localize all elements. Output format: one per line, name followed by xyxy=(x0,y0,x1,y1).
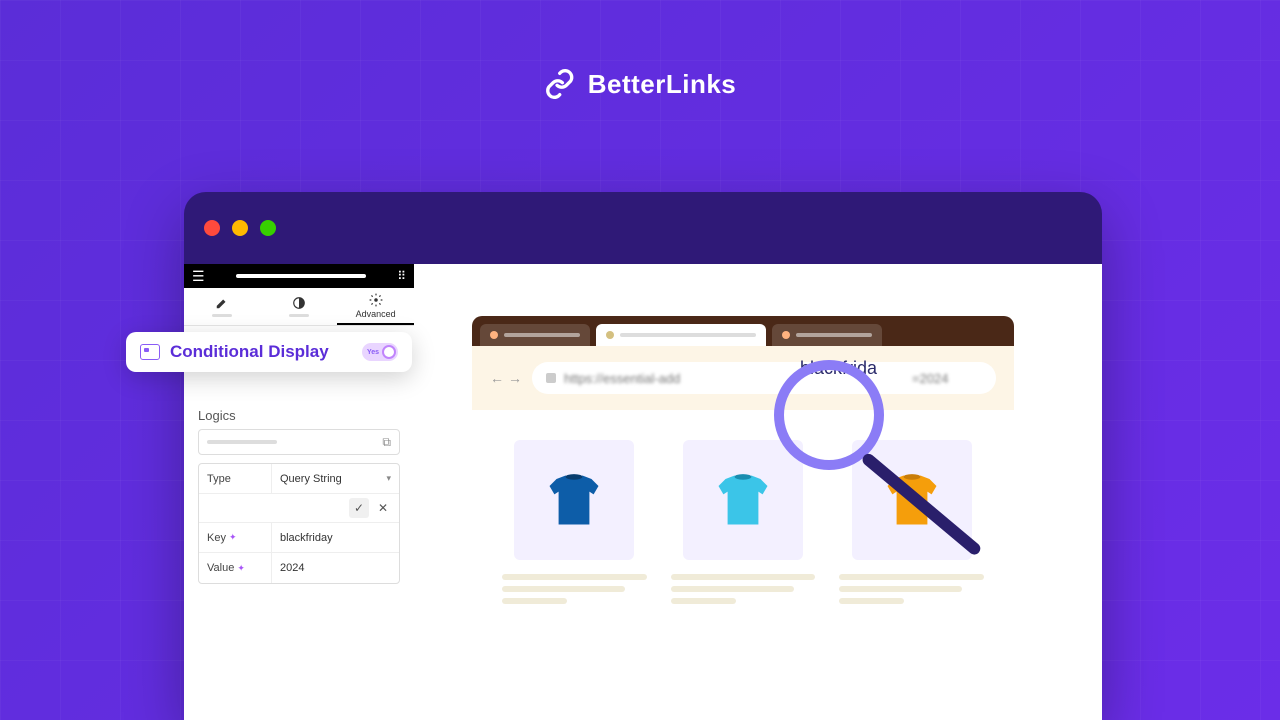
logics-header-bar[interactable]: ⧉ xyxy=(198,429,400,455)
product-image xyxy=(514,440,634,560)
tab-content[interactable] xyxy=(184,288,261,325)
tshirt-icon xyxy=(539,465,609,535)
type-value: Query String xyxy=(280,473,342,485)
product-card[interactable] xyxy=(671,440,816,604)
product-card[interactable] xyxy=(502,440,647,604)
grid-icon[interactable]: ⠿ xyxy=(397,269,406,283)
copy-icon[interactable]: ⧉ xyxy=(382,435,391,450)
sparkle-icon: ✦ xyxy=(229,532,237,543)
browser-tab-active[interactable] xyxy=(596,324,766,346)
forward-icon[interactable]: → xyxy=(508,370,522,386)
logic-actions: ✓ ✕ xyxy=(199,494,399,523)
nav-arrows: ← → xyxy=(490,370,522,386)
brand-name: BetterLinks xyxy=(588,69,737,100)
logics-heading: Logics xyxy=(198,408,400,423)
logic-row-value: Value✦ 2024 xyxy=(199,553,399,583)
topbar-title-placeholder xyxy=(236,274,366,278)
product-card[interactable] xyxy=(839,440,984,604)
tab-advanced-label: Advanced xyxy=(356,309,396,319)
conditional-toggle[interactable]: Yes xyxy=(362,343,398,361)
app-window: ☰ ⠿ Advanced Conditional Display Yes xyxy=(184,192,1102,720)
logic-row-key: Key✦ blackfriday xyxy=(199,523,399,553)
gear-icon xyxy=(369,293,383,307)
logics-name-placeholder xyxy=(207,440,277,444)
toggle-knob xyxy=(382,345,396,359)
site-icon xyxy=(546,373,556,383)
logic-row-type: Type Query String ▾ xyxy=(199,464,399,494)
cancel-button[interactable]: ✕ xyxy=(373,498,393,518)
conditional-display-card: Conditional Display Yes xyxy=(126,332,412,372)
value-label: Value✦ xyxy=(199,553,271,583)
browser-tab-inactive[interactable] xyxy=(480,324,590,346)
logic-table: Type Query String ▾ ✓ ✕ Key✦ blackfriday xyxy=(198,463,400,584)
url-text-focus: blackfrida xyxy=(800,358,877,379)
editor-topbar: ☰ ⠿ xyxy=(184,264,414,288)
maximize-dot[interactable] xyxy=(260,220,276,236)
tab-style[interactable] xyxy=(261,288,338,325)
close-dot[interactable] xyxy=(204,220,220,236)
hamburger-icon[interactable]: ☰ xyxy=(192,268,205,285)
editor-tabs: Advanced xyxy=(184,288,414,326)
value-input[interactable]: 2024 xyxy=(271,553,399,583)
url-text-after: =2024 xyxy=(912,371,949,386)
product-image xyxy=(683,440,803,560)
key-label: Key✦ xyxy=(199,523,271,552)
key-input[interactable]: blackfriday xyxy=(271,523,399,552)
pencil-icon xyxy=(215,296,229,310)
tshirt-icon xyxy=(708,465,778,535)
conditional-title: Conditional Display xyxy=(170,342,352,362)
url-text-blur: https://essential-add xyxy=(564,371,680,386)
type-select[interactable]: Query String ▾ xyxy=(271,464,399,493)
sparkle-icon: ✦ xyxy=(237,563,245,574)
brand-logo: BetterLinks xyxy=(544,68,737,100)
browser-mockup: ← → https://essential-add blackfrida =20… xyxy=(472,316,1014,604)
browser-tab-strip xyxy=(472,316,1014,346)
logics-section: Logics ⧉ Type Query String ▾ ✓ xyxy=(184,400,414,592)
product-grid xyxy=(472,410,1014,604)
product-image xyxy=(852,440,972,560)
chevron-down-icon: ▾ xyxy=(386,473,391,484)
toggle-label: Yes xyxy=(367,349,379,356)
contrast-icon xyxy=(292,296,306,310)
editor-sidebar: ☰ ⠿ Advanced Conditional Display Yes xyxy=(184,264,414,720)
link-icon xyxy=(544,68,576,100)
confirm-button[interactable]: ✓ xyxy=(349,498,369,518)
preview-area: ← → https://essential-add blackfrida =20… xyxy=(414,264,1102,720)
tshirt-icon xyxy=(877,465,947,535)
display-icon xyxy=(140,344,160,360)
back-icon[interactable]: ← xyxy=(490,370,504,386)
browser-toolbar: ← → https://essential-add blackfrida =20… xyxy=(472,346,1014,410)
browser-tab-inactive[interactable] xyxy=(772,324,882,346)
window-titlebar xyxy=(184,192,1102,264)
tab-advanced[interactable]: Advanced xyxy=(337,288,414,325)
url-bar[interactable]: https://essential-add blackfrida =2024 xyxy=(532,362,996,394)
type-label: Type xyxy=(199,464,271,493)
minimize-dot[interactable] xyxy=(232,220,248,236)
